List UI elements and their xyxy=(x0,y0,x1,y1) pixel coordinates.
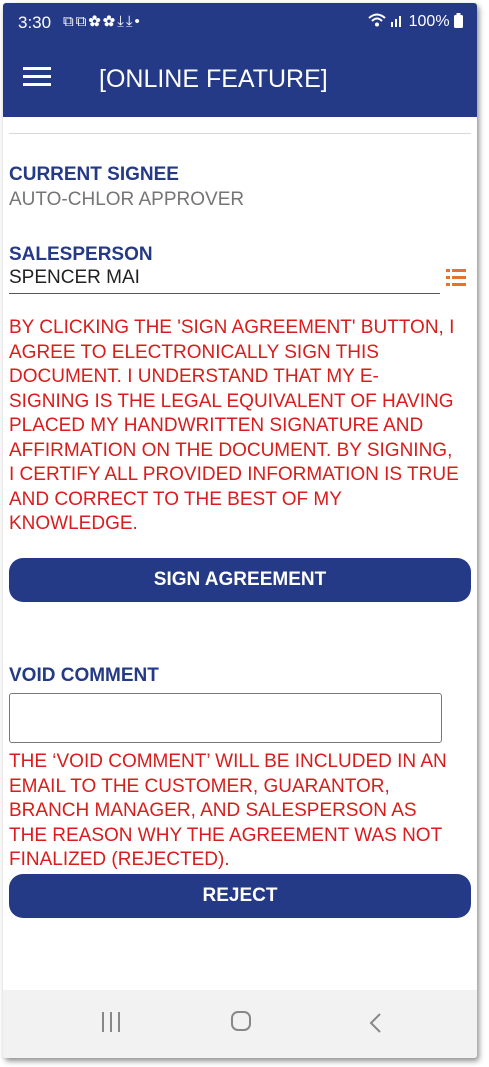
void-comment-input[interactable] xyxy=(9,693,442,743)
disclaimer-line: SIGNING IS THE LEGAL EQUIVALENT OF HAVIN… xyxy=(9,390,454,412)
note-line: THE REASON WHY THE AGREEMENT WAS NOT xyxy=(9,824,443,846)
disclaimer-line: KNOWLEDGE. xyxy=(9,513,138,534)
salesperson-field[interactable]: SPENCER MAI xyxy=(9,267,440,294)
phone-screen: 3:30 ⧉⧉✿✿⤓⤓• 100% [ONLINE FEATURE] CURRE… xyxy=(3,3,477,1058)
disclaimer-line: AFFIRMATION ON THE DOCUMENT. BY SIGNING, xyxy=(9,439,453,461)
recent-apps-icon[interactable] xyxy=(100,1011,122,1033)
status-right: 100% xyxy=(368,13,463,31)
disclaimer-line: PLACED MY HANDWRITTEN SIGNATURE AND xyxy=(9,415,424,436)
void-comment-label: VOID COMMENT xyxy=(9,665,159,686)
disclaimer-line: DOCUMENT. I UNDERSTAND THAT MY E- xyxy=(9,366,379,387)
current-signee-label: CURRENT SIGNEE xyxy=(9,164,179,185)
wifi-icon xyxy=(368,13,386,27)
reject-button[interactable]: REJECT xyxy=(9,874,471,918)
note-line: EMAIL TO THE CUSTOMER, GUARANTOR, xyxy=(9,775,390,797)
note-line: BRANCH MANAGER, AND SALESPERSON AS xyxy=(9,800,417,821)
salesperson-label: SALESPERSON xyxy=(9,244,153,265)
battery-icon xyxy=(454,13,463,28)
system-nav-bar xyxy=(3,990,477,1058)
back-icon[interactable] xyxy=(367,1012,385,1034)
battery-percent: 100% xyxy=(408,13,450,30)
hamburger-menu-icon[interactable] xyxy=(23,67,51,89)
status-bar: 3:30 ⧉⧉✿✿⤓⤓• 100% xyxy=(3,3,477,43)
disclaimer-line: I CERTIFY ALL PROVIDED INFORMATION IS TR… xyxy=(9,464,459,485)
disclaimer-line: AND CORRECT TO THE BEST OF MY xyxy=(9,488,342,510)
disclaimer-line: BY CLICKING THE 'SIGN AGREEMENT' BUTTON,… xyxy=(9,317,455,338)
sign-disclaimer: BY CLICKING THE 'SIGN AGREEMENT' BUTTON,… xyxy=(9,316,471,537)
home-icon[interactable] xyxy=(231,1011,251,1031)
status-time: 3:30 xyxy=(18,13,52,32)
sign-agreement-button[interactable]: SIGN AGREEMENT xyxy=(9,558,471,602)
void-comment-note: THE ‘VOID COMMENT’ WILL BE INCLUDED IN A… xyxy=(9,750,471,873)
page-title: [ONLINE FEATURE] xyxy=(99,65,328,93)
divider xyxy=(9,133,471,134)
list-icon[interactable] xyxy=(445,267,467,289)
app-bar: [ONLINE FEATURE] xyxy=(3,43,477,117)
note-line: FINALIZED (REJECTED). xyxy=(9,849,230,870)
signal-icon xyxy=(391,16,402,27)
disclaimer-line: AGREE TO ELECTRONICALLY SIGN THIS xyxy=(9,341,379,363)
note-line: THE ‘VOID COMMENT’ WILL BE INCLUDED IN A… xyxy=(9,751,447,772)
current-signee-value: AUTO-CHLOR APPROVER xyxy=(9,189,245,210)
notification-icons: ⧉⧉✿✿⤓⤓• xyxy=(63,13,142,30)
